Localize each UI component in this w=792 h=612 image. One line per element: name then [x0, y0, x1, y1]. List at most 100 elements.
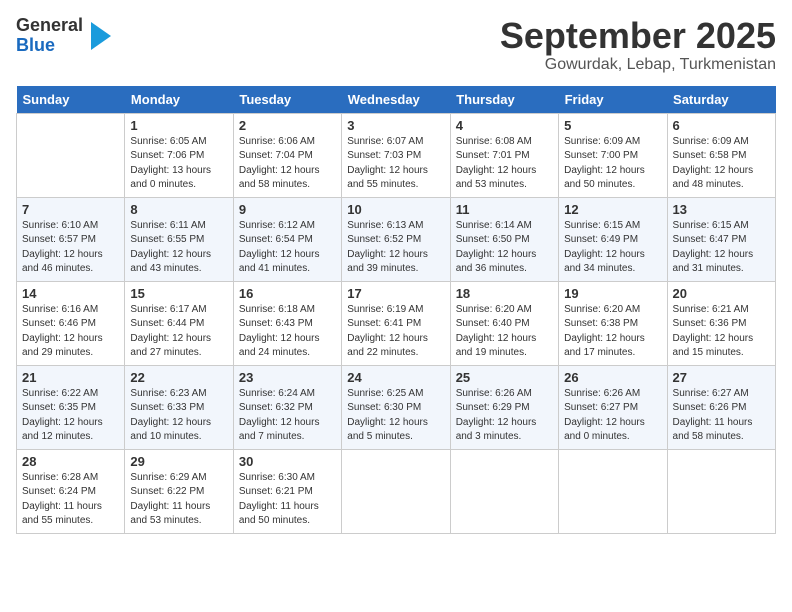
- weekday-header-friday: Friday: [559, 86, 667, 114]
- title-area: September 2025 Gowurdak, Lebap, Turkmeni…: [500, 16, 776, 74]
- day-number: 23: [239, 370, 336, 385]
- calendar-cell: 2Sunrise: 6:06 AMSunset: 7:04 PMDaylight…: [233, 113, 341, 197]
- day-number: 19: [564, 286, 661, 301]
- day-info: Sunrise: 6:21 AMSunset: 6:36 PMDaylight:…: [673, 303, 770, 361]
- day-number: 21: [22, 370, 119, 385]
- day-number: 30: [239, 454, 336, 469]
- weekday-header-row: SundayMondayTuesdayWednesdayThursdayFrid…: [17, 86, 776, 114]
- day-info: Sunrise: 6:20 AMSunset: 6:38 PMDaylight:…: [564, 303, 661, 361]
- logo: General Blue: [16, 16, 111, 56]
- day-info: Sunrise: 6:10 AMSunset: 6:57 PMDaylight:…: [22, 219, 119, 277]
- day-number: 8: [130, 202, 227, 217]
- calendar-cell: 14Sunrise: 6:16 AMSunset: 6:46 PMDayligh…: [17, 281, 125, 365]
- calendar-cell: 11 Sunrise: 6:14 AMSunset: 6:50 PMDayligh…: [450, 197, 558, 281]
- day-number: 25: [456, 370, 553, 385]
- calendar-cell: 6Sunrise: 6:09 AMSunset: 6:58 PMDaylight…: [667, 113, 775, 197]
- day-number: 15: [130, 286, 227, 301]
- calendar-cell: [559, 449, 667, 533]
- calendar-week-1: 1 Sunrise: 6:05 AMSunset: 7:06 PMDaylight…: [17, 113, 776, 197]
- calendar-cell: 30 Sunrise: 6:30 AMSunset: 6:21 PMDayligh…: [233, 449, 341, 533]
- day-info: Sunrise: 6:18 AMSunset: 6:43 PMDaylight:…: [239, 303, 336, 361]
- location: Gowurdak, Lebap, Turkmenistan: [500, 56, 776, 74]
- calendar-cell: [342, 449, 450, 533]
- day-number: 10: [347, 202, 444, 217]
- calendar-cell: 10Sunrise: 6:13 AMSunset: 6:52 PMDayligh…: [342, 197, 450, 281]
- day-number: 20: [673, 286, 770, 301]
- page-header: General Blue September 2025 Gowurdak, Le…: [16, 16, 776, 74]
- calendar-cell: 13 Sunrise: 6:15 AMSunset: 6:47 PMDayligh…: [667, 197, 775, 281]
- day-number: 2: [239, 118, 336, 133]
- calendar-cell: 4Sunrise: 6:08 AMSunset: 7:01 PMDaylight…: [450, 113, 558, 197]
- calendar-cell: 16 Sunrise: 6:18 AMSunset: 6:43 PMDayligh…: [233, 281, 341, 365]
- day-number: 26: [564, 370, 661, 385]
- calendar-cell: 15 Sunrise: 6:17 AMSunset: 6:44 PMDayligh…: [125, 281, 233, 365]
- day-info: Sunrise: 6:15 AMSunset: 6:47 PMDaylight:…: [673, 219, 770, 277]
- day-number: 16: [239, 286, 336, 301]
- calendar-cell: 24Sunrise: 6:25 AMSunset: 6:30 PMDayligh…: [342, 365, 450, 449]
- day-number: 3: [347, 118, 444, 133]
- day-info: Sunrise: 6:15 AMSunset: 6:49 PMDaylight:…: [564, 219, 661, 277]
- calendar-cell: 19 Sunrise: 6:20 AMSunset: 6:38 PMDayligh…: [559, 281, 667, 365]
- day-number: 13: [673, 202, 770, 217]
- day-number: 1: [130, 118, 227, 133]
- calendar-cell: 12 Sunrise: 6:15 AMSunset: 6:49 PMDayligh…: [559, 197, 667, 281]
- weekday-header-tuesday: Tuesday: [233, 86, 341, 114]
- day-info: Sunrise: 6:28 AMSunset: 6:24 PMDaylight:…: [22, 471, 119, 529]
- day-info: Sunrise: 6:20 AMSunset: 6:40 PMDaylight:…: [456, 303, 553, 361]
- day-number: 4: [456, 118, 553, 133]
- day-info: Sunrise: 6:27 AMSunset: 6:26 PMDaylight:…: [673, 387, 770, 445]
- weekday-header-wednesday: Wednesday: [342, 86, 450, 114]
- day-info: Sunrise: 6:09 AMSunset: 7:00 PMDaylight:…: [564, 135, 661, 193]
- day-info: Sunrise: 6:23 AMSunset: 6:33 PMDaylight:…: [130, 387, 227, 445]
- calendar-cell: 17Sunrise: 6:19 AMSunset: 6:41 PMDayligh…: [342, 281, 450, 365]
- calendar-cell: 18 Sunrise: 6:20 AMSunset: 6:40 PMDayligh…: [450, 281, 558, 365]
- calendar-cell: 7 Sunrise: 6:10 AMSunset: 6:57 PMDaylight…: [17, 197, 125, 281]
- day-info: Sunrise: 6:26 AMSunset: 6:27 PMDaylight:…: [564, 387, 661, 445]
- day-number: 27: [673, 370, 770, 385]
- day-info: Sunrise: 6:29 AMSunset: 6:22 PMDaylight:…: [130, 471, 227, 529]
- calendar-cell: 3Sunrise: 6:07 AMSunset: 7:03 PMDaylight…: [342, 113, 450, 197]
- weekday-header-monday: Monday: [125, 86, 233, 114]
- calendar-cell: [667, 449, 775, 533]
- day-number: 5: [564, 118, 661, 133]
- day-info: Sunrise: 6:16 AMSunset: 6:46 PMDaylight:…: [22, 303, 119, 361]
- day-number: 7: [22, 202, 119, 217]
- calendar-cell: 9Sunrise: 6:12 AMSunset: 6:54 PMDaylight…: [233, 197, 341, 281]
- calendar-cell: [450, 449, 558, 533]
- calendar-cell: 8 Sunrise: 6:11 AMSunset: 6:55 PMDaylight…: [125, 197, 233, 281]
- weekday-header-saturday: Saturday: [667, 86, 775, 114]
- day-info: Sunrise: 6:25 AMSunset: 6:30 PMDaylight:…: [347, 387, 444, 445]
- calendar-week-3: 14Sunrise: 6:16 AMSunset: 6:46 PMDayligh…: [17, 281, 776, 365]
- calendar-cell: 21 Sunrise: 6:22 AMSunset: 6:35 PMDayligh…: [17, 365, 125, 449]
- day-info: Sunrise: 6:19 AMSunset: 6:41 PMDaylight:…: [347, 303, 444, 361]
- day-number: 22: [130, 370, 227, 385]
- day-number: 12: [564, 202, 661, 217]
- day-number: 28: [22, 454, 119, 469]
- day-info: Sunrise: 6:22 AMSunset: 6:35 PMDaylight:…: [22, 387, 119, 445]
- calendar-cell: 20 Sunrise: 6:21 AMSunset: 6:36 PMDayligh…: [667, 281, 775, 365]
- month-title: September 2025: [500, 16, 776, 56]
- day-number: 29: [130, 454, 227, 469]
- day-number: 18: [456, 286, 553, 301]
- calendar-cell: 23 Sunrise: 6:24 AMSunset: 6:32 PMDayligh…: [233, 365, 341, 449]
- logo-blue: Blue: [16, 35, 55, 55]
- calendar-week-5: 28 Sunrise: 6:28 AMSunset: 6:24 PMDayligh…: [17, 449, 776, 533]
- logo-text: General Blue: [16, 16, 83, 56]
- day-info: Sunrise: 6:17 AMSunset: 6:44 PMDaylight:…: [130, 303, 227, 361]
- calendar-week-2: 7 Sunrise: 6:10 AMSunset: 6:57 PMDaylight…: [17, 197, 776, 281]
- day-info: Sunrise: 6:26 AMSunset: 6:29 PMDaylight:…: [456, 387, 553, 445]
- day-info: Sunrise: 6:05 AMSunset: 7:06 PMDaylight:…: [130, 135, 227, 193]
- calendar-cell: 1 Sunrise: 6:05 AMSunset: 7:06 PMDaylight…: [125, 113, 233, 197]
- calendar-table: SundayMondayTuesdayWednesdayThursdayFrid…: [16, 86, 776, 534]
- weekday-header-thursday: Thursday: [450, 86, 558, 114]
- calendar-week-4: 21 Sunrise: 6:22 AMSunset: 6:35 PMDayligh…: [17, 365, 776, 449]
- day-number: 9: [239, 202, 336, 217]
- day-number: 11: [456, 202, 553, 217]
- calendar-cell: 27 Sunrise: 6:27 AMSunset: 6:26 PMDayligh…: [667, 365, 775, 449]
- day-info: Sunrise: 6:30 AMSunset: 6:21 PMDaylight:…: [239, 471, 336, 529]
- day-info: Sunrise: 6:09 AMSunset: 6:58 PMDaylight:…: [673, 135, 770, 193]
- day-info: Sunrise: 6:11 AMSunset: 6:55 PMDaylight:…: [130, 219, 227, 277]
- calendar-cell: 26 Sunrise: 6:26 AMSunset: 6:27 PMDayligh…: [559, 365, 667, 449]
- day-info: Sunrise: 6:24 AMSunset: 6:32 PMDaylight:…: [239, 387, 336, 445]
- day-info: Sunrise: 6:14 AMSunset: 6:50 PMDaylight:…: [456, 219, 553, 277]
